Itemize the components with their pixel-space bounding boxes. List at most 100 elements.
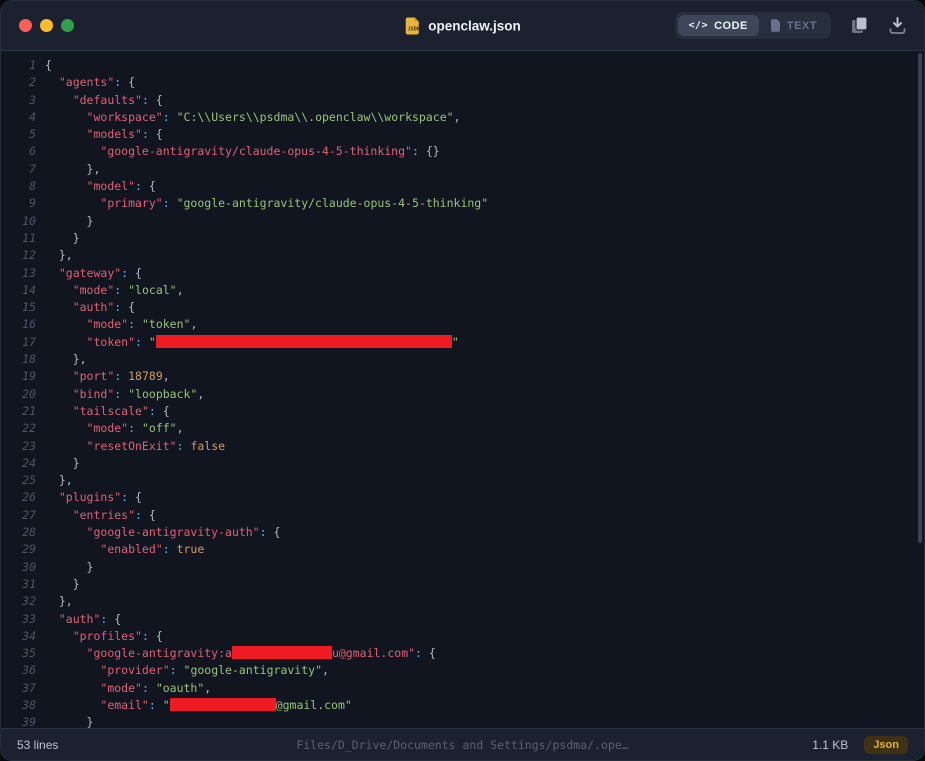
code-text: "entries": { bbox=[45, 507, 156, 524]
code-line: 33 "auth": { bbox=[1, 611, 924, 628]
code-line: 6 "google-antigravity/claude-opus-4-5-th… bbox=[1, 143, 924, 160]
code-line: 1{ bbox=[1, 57, 924, 74]
code-line: 25 }, bbox=[1, 472, 924, 489]
code-token bbox=[45, 508, 73, 522]
code-token: "token" bbox=[142, 317, 190, 331]
code-token: "loopback" bbox=[128, 387, 197, 401]
code-line: 39 } bbox=[1, 714, 924, 728]
code-token: { bbox=[142, 179, 156, 193]
code-text: }, bbox=[45, 593, 73, 610]
code-line: 12 }, bbox=[1, 247, 924, 264]
close-window-button[interactable] bbox=[19, 19, 32, 32]
code-token bbox=[177, 663, 184, 677]
code-line: 36 "provider": "google-antigravity", bbox=[1, 662, 924, 679]
code-line: 13 "gateway": { bbox=[1, 265, 924, 282]
code-text: } bbox=[45, 714, 93, 728]
code-text: }, bbox=[45, 472, 73, 489]
code-token: , bbox=[197, 387, 204, 401]
code-token: : bbox=[163, 196, 170, 210]
code-token: , bbox=[177, 421, 184, 435]
code-token bbox=[170, 196, 177, 210]
code-token bbox=[45, 369, 73, 383]
line-number: 36 bbox=[1, 662, 36, 679]
traffic-lights bbox=[19, 19, 74, 32]
code-text: "enabled": true bbox=[45, 541, 204, 558]
redaction-bar bbox=[170, 698, 276, 711]
line-number: 16 bbox=[1, 316, 36, 333]
json-file-icon: JSON bbox=[404, 17, 419, 34]
code-token: : bbox=[163, 110, 170, 124]
code-token bbox=[45, 144, 100, 158]
code-token: { bbox=[149, 127, 163, 141]
code-text: "defaults": { bbox=[45, 92, 163, 109]
code-token: { bbox=[107, 612, 121, 626]
code-line: 29 "enabled": true bbox=[1, 541, 924, 558]
code-line: 3 "defaults": { bbox=[1, 92, 924, 109]
code-text: "email": "@gmail.com" bbox=[45, 697, 352, 714]
download-button[interactable] bbox=[889, 17, 906, 34]
line-number: 33 bbox=[1, 611, 36, 628]
code-token: { bbox=[422, 646, 436, 660]
code-token: } bbox=[45, 214, 93, 228]
code-token: : bbox=[135, 508, 142, 522]
tab-text-view[interactable]: TEXT bbox=[759, 15, 828, 36]
code-token bbox=[45, 698, 100, 712]
line-number: 37 bbox=[1, 680, 36, 697]
code-token: "defaults" bbox=[73, 93, 142, 107]
line-count: 53 lines bbox=[17, 738, 58, 752]
code-token: { bbox=[149, 629, 163, 643]
copy-button[interactable] bbox=[851, 16, 869, 35]
code-icon: </> bbox=[689, 20, 709, 31]
tab-code-view[interactable]: </> CODE bbox=[678, 15, 759, 36]
code-token: "mode" bbox=[100, 681, 142, 695]
line-number: 28 bbox=[1, 524, 36, 541]
code-token bbox=[45, 542, 100, 556]
line-number: 6 bbox=[1, 143, 36, 160]
file-size: 1.1 KB bbox=[812, 738, 848, 752]
code-text: "mode": "token", bbox=[45, 316, 197, 333]
code-text: "auth": { bbox=[45, 299, 135, 316]
code-text: }, bbox=[45, 247, 73, 264]
line-number: 11 bbox=[1, 230, 36, 247]
code-token bbox=[45, 490, 59, 504]
code-text: } bbox=[45, 230, 80, 247]
code-token bbox=[45, 646, 87, 660]
code-token: "gateway" bbox=[59, 266, 121, 280]
line-number: 30 bbox=[1, 559, 36, 576]
code-token bbox=[45, 629, 73, 643]
code-token: { bbox=[267, 525, 281, 539]
code-token: "google-antigravity" bbox=[184, 663, 322, 677]
code-token: "provider" bbox=[100, 663, 169, 677]
minimize-window-button[interactable] bbox=[40, 19, 53, 32]
code-token bbox=[45, 110, 87, 124]
maximize-window-button[interactable] bbox=[61, 19, 74, 32]
code-token bbox=[45, 387, 73, 401]
code-line: 2 "agents": { bbox=[1, 74, 924, 91]
code-token bbox=[45, 283, 73, 297]
code-token: : bbox=[149, 404, 156, 418]
code-token bbox=[45, 404, 73, 418]
text-tab-label: TEXT bbox=[787, 20, 817, 32]
vertical-scrollbar[interactable] bbox=[918, 53, 922, 543]
code-token bbox=[45, 439, 87, 453]
code-line: 19 "port": 18789, bbox=[1, 368, 924, 385]
line-number: 26 bbox=[1, 489, 36, 506]
code-token: false bbox=[190, 439, 225, 453]
code-line: 4 "workspace": "C:\\Users\\psdma\\.openc… bbox=[1, 109, 924, 126]
code-line: 32 }, bbox=[1, 593, 924, 610]
code-token: " bbox=[149, 335, 156, 349]
code-text: "provider": "google-antigravity", bbox=[45, 662, 329, 679]
code-text: "google-antigravity/claude-opus-4-5-thin… bbox=[45, 143, 440, 160]
line-number: 20 bbox=[1, 386, 36, 403]
line-number: 24 bbox=[1, 455, 36, 472]
code-token bbox=[142, 335, 149, 349]
code-token: "auth" bbox=[73, 300, 115, 314]
code-token: : bbox=[128, 317, 135, 331]
code-text: } bbox=[45, 213, 93, 230]
code-token: }, bbox=[45, 594, 73, 608]
code-tab-label: CODE bbox=[714, 20, 748, 32]
title-bar: JSON openclaw.json </> CODE TEXT bbox=[1, 1, 924, 51]
code-token bbox=[45, 266, 59, 280]
code-token bbox=[135, 317, 142, 331]
line-number: 18 bbox=[1, 351, 36, 368]
